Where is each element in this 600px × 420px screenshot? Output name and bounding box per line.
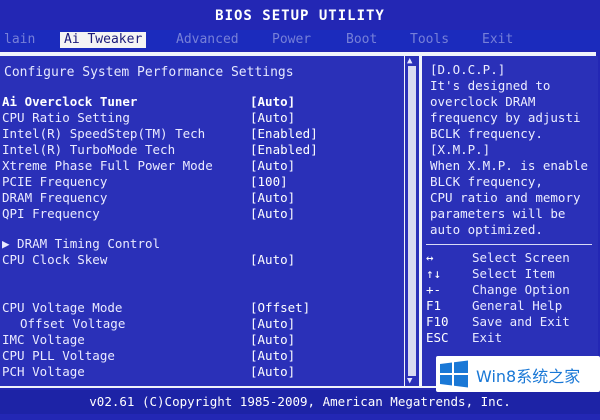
section-title: Configure System Performance Settings (4, 65, 294, 80)
help-divider (426, 244, 592, 245)
help-text-line: It's designed to (430, 78, 551, 93)
tab-boot[interactable]: Boot (342, 32, 381, 48)
app-title: BIOS SETUP UTILITY (215, 8, 385, 24)
setting-label: Intel(R) SpeedStep(TM) Tech (2, 126, 206, 141)
tab-power[interactable]: Power (268, 32, 315, 48)
setting-value[interactable]: [Auto] (250, 158, 295, 174)
key-name: ESC (426, 330, 449, 345)
setting-value[interactable]: [Auto] (250, 364, 295, 380)
setting-pch-voltage[interactable]: PCH Voltage [Auto] (0, 364, 404, 380)
key-description: Select Item (472, 266, 555, 281)
site-watermark: Win8系统之家 (436, 356, 600, 392)
settings-scrollbar[interactable]: ▲ ▼ (405, 56, 419, 386)
key-name: F10 (426, 314, 449, 329)
windows-logo-icon (440, 360, 468, 388)
setting-turbomode[interactable]: Intel(R) TurboMode Tech [Enabled] (0, 142, 404, 158)
key-legend-row: F10 Save and Exit (422, 314, 598, 330)
setting-label: CPU Voltage Mode (2, 300, 123, 315)
setting-speedstep[interactable]: Intel(R) SpeedStep(TM) Tech [Enabled] (0, 126, 404, 142)
setting-value[interactable]: [Auto] (250, 110, 295, 126)
setting-value[interactable]: [Auto] (250, 94, 295, 110)
setting-ai-overclock-tuner[interactable]: Ai Overclock Tuner [Auto] (0, 94, 404, 110)
key-description: Change Option (472, 282, 570, 297)
setting-value[interactable]: [Auto] (250, 332, 295, 348)
help-text-line: overclock DRAM (430, 94, 536, 109)
setting-label: PCH Voltage (2, 364, 85, 379)
help-text-line: frequency by adjusti (430, 110, 581, 125)
help-text-line: auto optimized. (430, 222, 543, 237)
key-description: Exit (472, 330, 503, 345)
setting-value[interactable]: [Auto] (250, 348, 295, 364)
key-name: +- (426, 282, 442, 297)
setting-value[interactable]: [100] (250, 174, 288, 190)
tab-exit[interactable]: Exit (478, 32, 517, 48)
scroll-down-icon[interactable]: ▼ (407, 376, 412, 386)
scrollbar-thumb[interactable] (408, 66, 416, 376)
key-legend-row: ESC Exit (422, 330, 598, 346)
setting-label: CPU Ratio Setting (2, 110, 130, 125)
help-text-line: [X.M.P.] (430, 142, 491, 157)
submenu-dram-timing-control[interactable]: ▶ DRAM Timing Control (0, 236, 404, 252)
setting-label: IMC Voltage (2, 332, 85, 347)
setting-label: QPI Frequency (2, 206, 100, 221)
setting-label: PCIE Frequency (2, 174, 108, 189)
setting-label: DRAM Frequency (2, 190, 108, 205)
setting-label: Xtreme Phase Full Power Mode (2, 158, 213, 173)
key-legend-row: ↑↓ Select Item (422, 266, 598, 282)
key-legend-row: +- Change Option (422, 282, 598, 298)
settings-pane: Configure System Performance Settings Ai… (0, 56, 404, 386)
setting-xtreme-phase[interactable]: Xtreme Phase Full Power Mode [Auto] (0, 158, 404, 174)
help-text-line: parameters will be (430, 206, 566, 221)
setting-label: Offset Voltage (20, 316, 126, 331)
setting-cpu-voltage-mode[interactable]: CPU Voltage Mode [Offset] (0, 300, 404, 316)
tab-ai-tweaker[interactable]: Ai Tweaker (60, 32, 147, 48)
setting-cpu-ratio[interactable]: CPU Ratio Setting [Auto] (0, 110, 404, 126)
setting-cpu-clock-skew[interactable]: CPU Clock Skew [Auto] (0, 252, 404, 268)
setting-label: ▶ DRAM Timing Control (2, 236, 161, 251)
key-description: General Help (472, 298, 563, 313)
key-description: Save and Exit (472, 314, 570, 329)
help-text-line: When X.M.P. is enable (430, 158, 589, 173)
tab-main[interactable]: lain (0, 32, 39, 48)
key-name: F1 (426, 298, 442, 313)
help-text-line: BCLK frequency. (430, 126, 543, 141)
setting-label: CPU Clock Skew (2, 252, 108, 267)
key-legend-row: F1 General Help (422, 298, 598, 314)
help-text-line: BLCK frequency, (430, 174, 543, 189)
setting-label: Ai Overclock Tuner (2, 94, 138, 109)
setting-qpi-frequency[interactable]: QPI Frequency [Auto] (0, 206, 404, 222)
setting-value[interactable]: [Auto] (250, 206, 295, 222)
help-pane: [D.O.C.P.] It's designed to overclock DR… (422, 56, 598, 386)
setting-cpu-pll-voltage[interactable]: CPU PLL Voltage [Auto] (0, 348, 404, 364)
key-name: ↔ (426, 250, 434, 265)
menu-bar: lain Ai Tweaker Advanced Power Boot Tool… (0, 30, 600, 50)
setting-dram-frequency[interactable]: DRAM Frequency [Auto] (0, 190, 404, 206)
key-description: Select Screen (472, 250, 570, 265)
setting-value[interactable]: [Auto] (250, 252, 295, 268)
setting-pcie-frequency[interactable]: PCIE Frequency [100] (0, 174, 404, 190)
setting-value[interactable]: [Auto] (250, 190, 295, 206)
bios-screen: BIOS SETUP UTILITY lain Ai Tweaker Advan… (0, 0, 600, 420)
setting-label: CPU PLL Voltage (2, 348, 115, 363)
setting-value[interactable]: [Auto] (250, 316, 295, 332)
tab-advanced[interactable]: Advanced (172, 32, 243, 48)
tab-tools[interactable]: Tools (406, 32, 453, 48)
setting-offset-voltage[interactable]: Offset Voltage [Auto] (0, 316, 404, 332)
key-name: ↑↓ (426, 266, 442, 281)
watermark-text: Win8系统之家 (476, 367, 581, 386)
copyright-footer: v02.61 (C)Copyright 1985-2009, American … (0, 390, 600, 414)
key-legend-row: ↔ Select Screen (422, 250, 598, 266)
help-text-line: [D.O.C.P.] (430, 62, 506, 77)
setting-imc-voltage[interactable]: IMC Voltage [Auto] (0, 332, 404, 348)
setting-label: Intel(R) TurboMode Tech (2, 142, 176, 157)
setting-value[interactable]: [Offset] (250, 300, 310, 316)
setting-value[interactable]: [Enabled] (250, 126, 318, 142)
setting-value[interactable]: [Enabled] (250, 142, 318, 158)
help-text-line: CPU ratio and memory (430, 190, 581, 205)
scroll-up-icon[interactable]: ▲ (407, 56, 412, 66)
